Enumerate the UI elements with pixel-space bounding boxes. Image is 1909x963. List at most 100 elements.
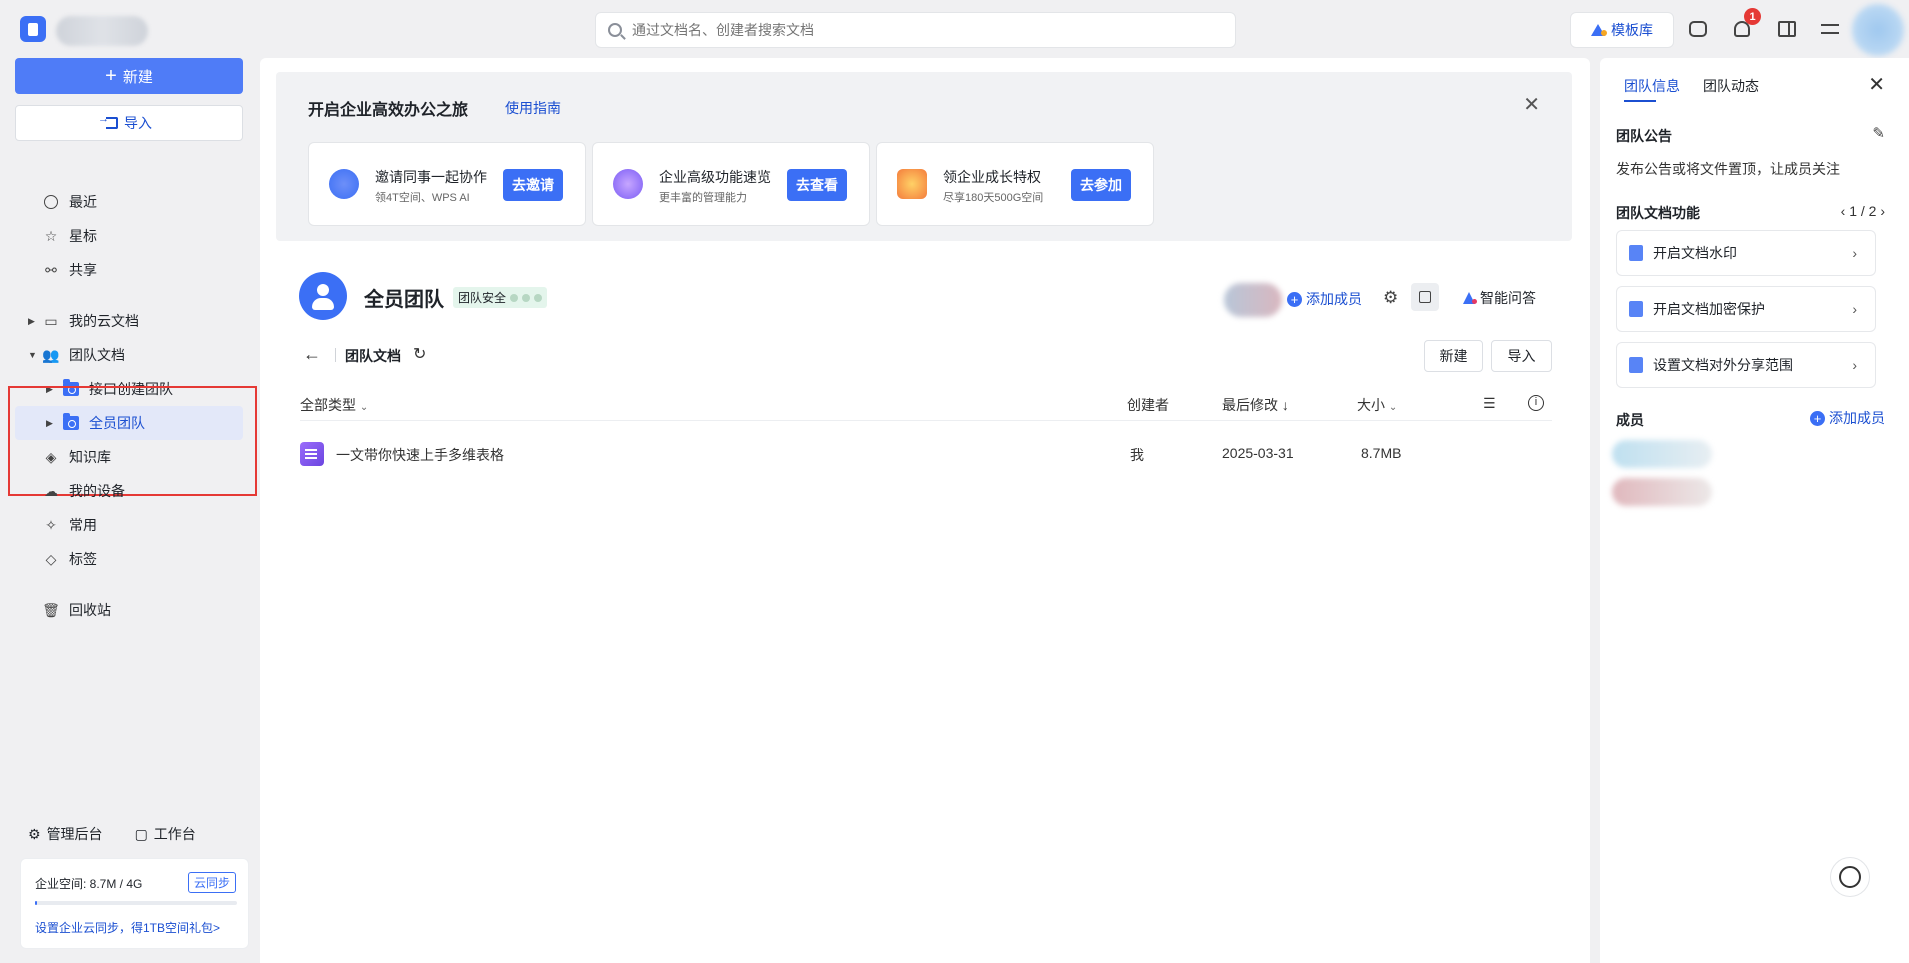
- add-member-button[interactable]: + 添加成员: [1810, 408, 1885, 428]
- column-size-label: 大小: [1357, 397, 1385, 413]
- list-view-button[interactable]: [1411, 283, 1439, 311]
- tab-team-activity[interactable]: 团队动态: [1703, 76, 1759, 96]
- workbench-icon: ▢: [134, 825, 148, 842]
- feature-share-scope[interactable]: 设置文档对外分享范围 ›: [1616, 342, 1876, 388]
- info-icon[interactable]: i: [1528, 395, 1544, 411]
- sidebar-item-knowledge[interactable]: ◈ 知识库: [15, 440, 243, 474]
- security-dot: [534, 293, 543, 302]
- ai-icon: [1463, 292, 1477, 304]
- sidebar-item-label: 我的云文档: [69, 313, 139, 329]
- robot-icon[interactable]: [1688, 19, 1708, 39]
- sidebar-item-my-devices[interactable]: ☁ 我的设备: [15, 474, 243, 508]
- sidebar-item-shared[interactable]: ⚯ 共享: [15, 253, 243, 287]
- account-name-blurred[interactable]: [56, 16, 148, 46]
- trash-icon: 🗑: [42, 601, 60, 618]
- back-arrow-icon[interactable]: ←: [303, 344, 321, 365]
- app-logo-icon[interactable]: [20, 16, 46, 42]
- cloud-sync-badge[interactable]: 云同步: [187, 872, 236, 893]
- add-member-label: 添加成员: [1306, 291, 1362, 307]
- chevron-right-icon: ›: [1852, 357, 1857, 373]
- spreadsheet-doc-icon: [300, 442, 324, 466]
- usage-guide-link[interactable]: 使用指南: [505, 98, 561, 118]
- feature-watermark[interactable]: 开启文档水印 ›: [1616, 230, 1876, 276]
- row-modified: 2025-03-31: [1222, 445, 1294, 461]
- sidebar-bottom-links: ⚙ 管理后台 ▢ 工作台: [28, 824, 196, 844]
- member-item-blurred[interactable]: [1612, 478, 1712, 506]
- chevron-left-icon[interactable]: ‹: [1841, 203, 1850, 219]
- sidebar: + 新建 导入 最近 ☆ 星标 ⚯ 共享 ▶ ▭ 我的云文档 ▼ 👥 团队文档 …: [0, 58, 258, 963]
- gear-icon[interactable]: ⚙: [1383, 288, 1398, 308]
- members-title: 成员: [1616, 412, 1644, 428]
- promo-card-growth[interactable]: 领企业成长特权 尽享180天500G空间 去参加: [876, 142, 1154, 226]
- edit-pencil-icon[interactable]: ✎: [1872, 124, 1885, 142]
- close-icon[interactable]: ✕: [1868, 72, 1885, 97]
- sidebar-item-frequent[interactable]: ✧ 常用: [15, 508, 243, 542]
- tag-icon: ◇: [45, 550, 57, 567]
- sidebar-item-tags[interactable]: ◇ 标签: [15, 542, 243, 576]
- template-library-button[interactable]: 模板库: [1570, 12, 1674, 48]
- smart-qa-button[interactable]: 智能问答: [1463, 288, 1536, 308]
- assistant-bot-icon[interactable]: [1830, 857, 1870, 897]
- promo-title: 开启企业高效办公之旅: [308, 102, 469, 119]
- promo-card-subtitle: 领4T空间、WPS AI: [375, 192, 470, 204]
- column-modified[interactable]: 最后修改 ↓: [1222, 395, 1289, 415]
- tab-team-info[interactable]: 团队信息: [1624, 76, 1680, 96]
- storage-card: 企业空间: 8.7M / 4G 云同步 设置企业云同步，得1TB空间礼包>: [20, 858, 249, 949]
- features-pager[interactable]: ‹ 1 / 2 ›: [1841, 203, 1885, 219]
- row-doc-name[interactable]: 一文带你快速上手多维表格: [336, 445, 504, 465]
- invite-user-icon: [329, 169, 359, 199]
- chevron-down-icon: ⌄: [1388, 402, 1398, 413]
- promo-card-features[interactable]: 企业高级功能速览 更丰富的管理能力 去查看: [592, 142, 870, 226]
- user-avatar[interactable]: [1852, 4, 1904, 56]
- panel-layout-icon[interactable]: [1777, 19, 1797, 39]
- sidebar-item-my-cloud-docs[interactable]: ▶ ▭ 我的云文档: [15, 304, 243, 338]
- collapse-arrow-icon[interactable]: ▼: [28, 350, 37, 360]
- expand-arrow-icon[interactable]: ▶: [28, 316, 35, 327]
- refresh-icon[interactable]: ↻: [413, 344, 426, 364]
- sort-down-icon: ↓: [1281, 397, 1289, 413]
- sidebar-item-team-docs[interactable]: ▼ 👥 团队文档: [15, 338, 243, 372]
- search-bar[interactable]: [595, 12, 1236, 48]
- template-library-label: 模板库: [1611, 22, 1653, 38]
- view-button[interactable]: 去查看: [787, 169, 847, 201]
- row-size: 8.7MB: [1361, 445, 1402, 461]
- sidebar-item-trash[interactable]: 🗑 回收站: [15, 593, 243, 627]
- import-doc-button[interactable]: 导入: [1491, 340, 1552, 372]
- row-creator: 我: [1130, 447, 1144, 463]
- new-button[interactable]: + 新建: [15, 58, 243, 94]
- column-creator[interactable]: 创建者: [1127, 395, 1169, 415]
- clock-icon: [43, 194, 59, 210]
- promo-card-invite[interactable]: 邀请同事一起协作 领4T空间、WPS AI 去邀请: [308, 142, 586, 226]
- close-icon[interactable]: ✕: [1523, 92, 1540, 117]
- chevron-right-icon[interactable]: ›: [1880, 203, 1885, 219]
- workbench-link[interactable]: ▢ 工作台: [135, 824, 196, 844]
- sidebar-item-label: 共享: [69, 262, 97, 278]
- join-button[interactable]: 去参加: [1071, 169, 1131, 201]
- column-type-filter[interactable]: 全部类型 ⌄: [300, 395, 368, 415]
- import-button[interactable]: 导入: [15, 105, 243, 141]
- search-input[interactable]: [632, 22, 1192, 38]
- admin-console-link[interactable]: ⚙ 管理后台: [28, 824, 103, 844]
- sidebar-item-starred[interactable]: ☆ 星标: [15, 219, 243, 253]
- member-item-blurred[interactable]: [1612, 440, 1712, 468]
- sidebar-item-label: 回收站: [69, 602, 111, 618]
- security-dot: [510, 293, 519, 302]
- settings-sliders-icon[interactable]: [1820, 19, 1840, 39]
- new-doc-button[interactable]: 新建: [1424, 340, 1483, 372]
- column-size[interactable]: 大小 ⌄: [1357, 395, 1397, 415]
- pin-icon: ✧: [45, 516, 57, 533]
- storage-progress-fill: [35, 901, 38, 905]
- add-member-button[interactable]: + 添加成员: [1287, 289, 1362, 309]
- feature-label: 设置文档对外分享范围: [1653, 357, 1793, 373]
- feature-encryption[interactable]: 开启文档加密保护 ›: [1616, 286, 1876, 332]
- team-security-tag[interactable]: 团队安全: [453, 287, 548, 308]
- search-icon: [608, 23, 622, 37]
- chevron-right-icon: ›: [1852, 301, 1857, 317]
- column-settings-icon[interactable]: ☰: [1483, 395, 1496, 412]
- share-doc-icon: [1629, 357, 1643, 373]
- cloud-sync-promo-link[interactable]: 设置企业云同步，得1TB空间礼包>: [35, 919, 220, 936]
- member-avatars-blurred[interactable]: [1224, 283, 1282, 317]
- sidebar-item-recent[interactable]: 最近: [15, 185, 243, 219]
- invite-button[interactable]: 去邀请: [503, 169, 563, 201]
- team-icon: 👥: [42, 346, 60, 363]
